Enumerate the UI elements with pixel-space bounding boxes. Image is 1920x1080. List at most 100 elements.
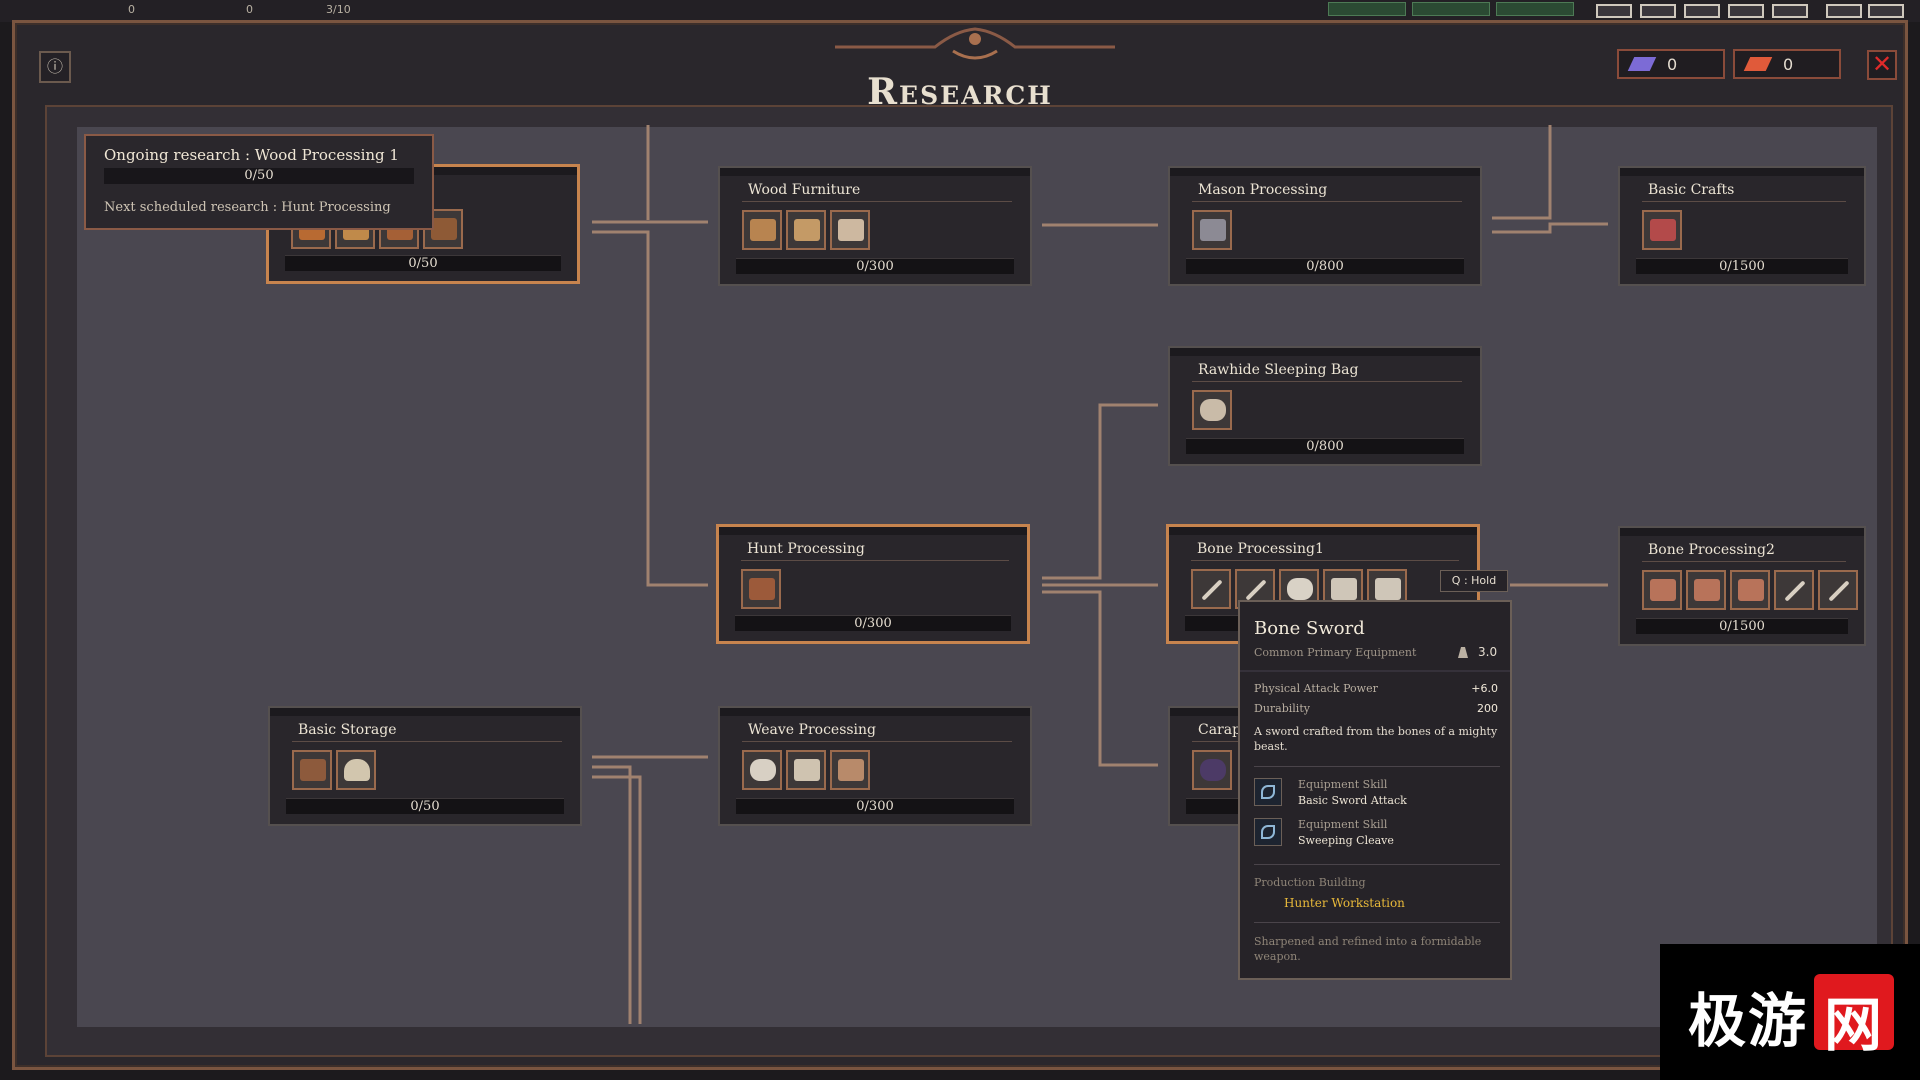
ongoing-research-panel: Ongoing research : Wood Processing 1 0/5…: [84, 134, 434, 230]
carapace-icon[interactable]: [1192, 750, 1232, 790]
bone-sword-icon[interactable]: [1191, 569, 1231, 609]
menu-icon-5[interactable]: [1772, 4, 1808, 18]
hold-key-hint: Q : Hold: [1440, 570, 1508, 592]
node-title: Wood Furniture: [748, 182, 861, 198]
node-title: Hunt Processing: [747, 541, 865, 557]
menu-icon-4[interactable]: [1728, 4, 1764, 18]
research-node-bone-processing-2[interactable]: Bone Processing2 0/1500: [1618, 526, 1866, 646]
bone-blade-icon[interactable]: [1774, 570, 1814, 610]
node-progress-bar: 0/800: [1186, 258, 1464, 274]
top-status-bar: 0 0 3/10: [0, 0, 1920, 22]
tooltip-divider: [1254, 922, 1500, 923]
node-items: [741, 569, 781, 609]
research-node-hunt-processing[interactable]: Hunt Processing 0/300: [716, 524, 1030, 644]
bone-axe-icon[interactable]: [1818, 570, 1858, 610]
tooltip-divider: [1254, 766, 1500, 767]
beast-mask-icon[interactable]: [1642, 570, 1682, 610]
bone-boots-icon[interactable]: [1730, 570, 1770, 610]
menu-icon-3[interactable]: [1684, 4, 1720, 18]
stat-value: 200: [1477, 702, 1498, 715]
sack-icon[interactable]: [336, 750, 376, 790]
node-progress-bar: 0/1500: [1636, 618, 1848, 634]
skill-name: Sweeping Cleave: [1298, 834, 1394, 847]
research-node-weave-processing[interactable]: Weave Processing 0/300: [718, 706, 1032, 826]
craft-table-icon[interactable]: [1642, 210, 1682, 250]
top-stat-2: 0: [246, 3, 253, 16]
node-title: Carap: [1198, 722, 1242, 738]
research-node-rawhide-sleeping-bag[interactable]: Rawhide Sleeping Bag 0/800: [1168, 346, 1482, 466]
skill-label: Equipment Skill: [1298, 818, 1388, 831]
node-header-strip: [1170, 168, 1480, 176]
tooltip-flavor-text: Sharpened and refined into a formidable …: [1254, 935, 1482, 963]
node-items: [1192, 750, 1232, 790]
tooltip-stat-row: Physical Attack Power +6.0: [1254, 682, 1498, 695]
node-progress: 0/800: [1306, 259, 1344, 274]
title-ornament-icon: [835, 27, 1115, 60]
hunter-workstation-icon[interactable]: [741, 569, 781, 609]
node-progress: 0/300: [856, 259, 894, 274]
ongoing-progress-bar: 0/50: [104, 168, 414, 184]
loom-icon[interactable]: [786, 750, 826, 790]
currency-red-value: 0: [1783, 55, 1794, 74]
top-tab-3[interactable]: [1496, 2, 1574, 16]
node-progress: 0/300: [856, 799, 894, 814]
node-progress-bar: 0/300: [735, 615, 1011, 631]
cleave-icon: [1254, 818, 1282, 846]
research-node-basic-storage[interactable]: Basic Storage 0/50: [268, 706, 582, 826]
stone-workbench-icon[interactable]: [1192, 210, 1232, 250]
top-tab-2[interactable]: [1412, 2, 1490, 16]
info-button[interactable]: ⓘ: [39, 51, 71, 83]
top-tab-1[interactable]: [1328, 2, 1406, 16]
node-progress: 0/300: [854, 616, 892, 631]
menu-icon-6[interactable]: [1826, 4, 1862, 18]
bone-chest-icon[interactable]: [1686, 570, 1726, 610]
node-items: [1192, 390, 1232, 430]
node-divider: [1191, 560, 1459, 561]
sleeping-bag-icon[interactable]: [1192, 390, 1232, 430]
research-node-basic-crafts[interactable]: Basic Crafts 0/1500: [1618, 166, 1866, 286]
weight-icon: [1458, 647, 1468, 658]
watermark-logo-box: 网: [1814, 974, 1894, 1059]
cabinet-icon[interactable]: [742, 210, 782, 250]
ongoing-progress: 0/50: [244, 168, 274, 183]
item-tooltip: Bone Sword Common Primary Equipment 3.0 …: [1238, 600, 1512, 980]
node-divider: [1192, 201, 1462, 202]
bed-icon[interactable]: [830, 210, 870, 250]
tooltip-weight: 3.0: [1478, 645, 1498, 659]
node-items: [742, 750, 870, 790]
site-watermark: 极游 网: [1660, 944, 1920, 1080]
table-icon[interactable]: [786, 210, 826, 250]
storage-rack-icon[interactable]: [292, 750, 332, 790]
node-header-strip: [1170, 348, 1480, 356]
node-divider: [741, 560, 1009, 561]
currency-purple: 0: [1617, 49, 1725, 79]
node-title: Weave Processing: [748, 722, 877, 738]
tooltip-divider: [1254, 864, 1500, 865]
purple-crystal-icon: [1627, 57, 1657, 71]
cloth-armor-icon[interactable]: [830, 750, 870, 790]
menu-icon-2[interactable]: [1640, 4, 1676, 18]
tooltip-item-type: Common Primary Equipment: [1254, 646, 1417, 659]
node-progress: 0/1500: [1719, 259, 1765, 274]
node-progress-bar: 0/300: [736, 798, 1014, 814]
top-stat-1: 0: [128, 3, 135, 16]
node-progress-bar: 0/1500: [1636, 258, 1848, 274]
menu-icon-1[interactable]: [1596, 4, 1632, 18]
close-button[interactable]: ✕: [1867, 50, 1897, 80]
node-header-strip: [1620, 528, 1864, 536]
node-header-strip: [720, 708, 1030, 716]
watermark-text: 极游: [1688, 987, 1809, 1055]
menu-icon-7[interactable]: [1868, 4, 1904, 18]
node-title: Basic Storage: [298, 722, 397, 738]
production-building-label: Production Building: [1254, 876, 1366, 889]
fabric-roll-icon[interactable]: [742, 750, 782, 790]
node-divider: [742, 201, 1012, 202]
research-node-wood-furniture[interactable]: Wood Furniture 0/300: [718, 166, 1032, 286]
research-node-mason-processing[interactable]: Mason Processing 0/800: [1168, 166, 1482, 286]
info-icon: ⓘ: [46, 57, 63, 76]
top-stat-3: 3/10: [326, 3, 351, 16]
red-crystal-icon: [1743, 57, 1773, 71]
node-items: [1642, 570, 1858, 610]
node-title: Rawhide Sleeping Bag: [1198, 362, 1359, 378]
node-progress: 0/1500: [1719, 619, 1765, 634]
